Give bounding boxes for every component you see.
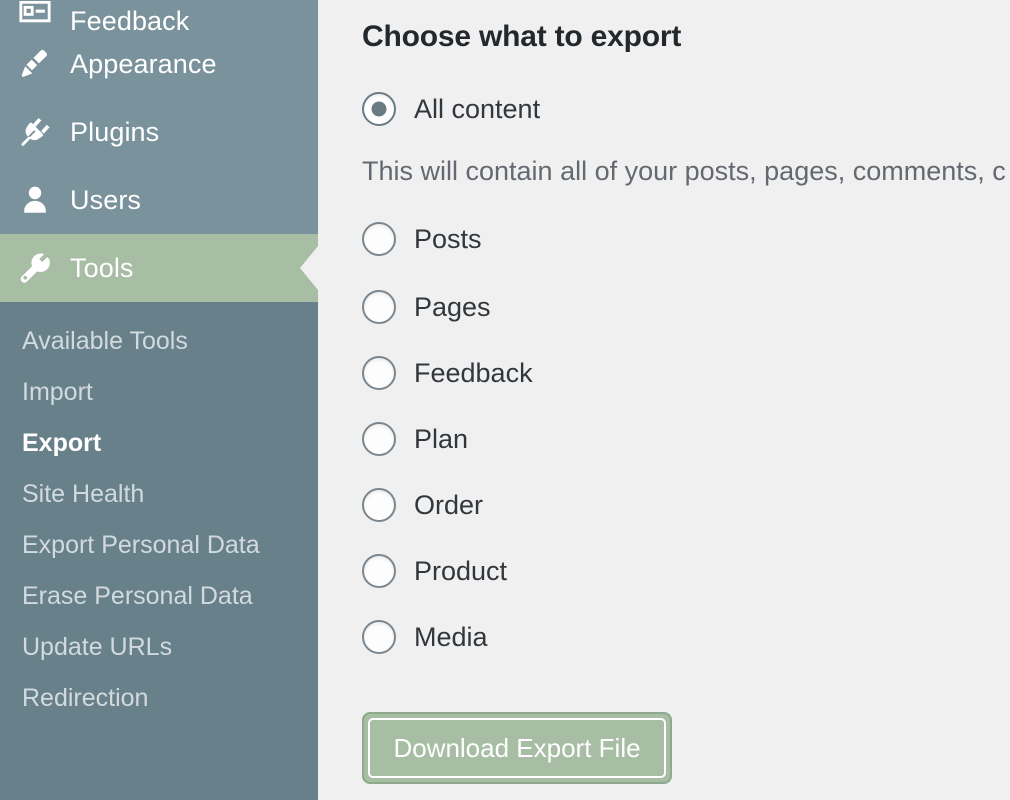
sidebar-item-users[interactable]: Users [0, 166, 318, 234]
radio-button-media[interactable] [362, 620, 396, 654]
radio-label: Posts [414, 223, 482, 254]
radio-option-all-content[interactable]: All content [362, 92, 540, 126]
radio-option-plan[interactable]: Plan [362, 422, 468, 456]
submenu-item-erase-personal-data[interactable]: Erase Personal Data [0, 571, 318, 622]
radio-option-feedback[interactable]: Feedback [362, 356, 533, 390]
button-focus-ring: Download Export File [368, 718, 666, 778]
radio-button-plan[interactable] [362, 422, 396, 456]
sidebar-item-label: Users [70, 184, 142, 215]
radio-option-media[interactable]: Media [362, 620, 488, 654]
page-title: Choose what to export [362, 20, 682, 53]
sidebar-item-label: Plugins [70, 116, 160, 147]
radio-button-posts[interactable] [362, 222, 396, 256]
sidebar-top-menu: Feedback Appearance Plugins Users Tools [0, 0, 318, 302]
sidebar-item-tools[interactable]: Tools [0, 234, 318, 302]
radio-label: Plan [414, 423, 469, 454]
sidebar-item-feedback[interactable]: Feedback [0, 0, 318, 35]
radio-button-pages[interactable] [362, 290, 396, 324]
submenu-item-available-tools[interactable]: Available Tools [0, 316, 318, 367]
sidebar-item-plugins[interactable]: Plugins [0, 98, 318, 166]
submenu-item-export-personal-data[interactable]: Export Personal Data [0, 520, 318, 571]
radio-button-product[interactable] [362, 554, 396, 588]
all-content-description: This will contain all of your posts, pag… [362, 156, 1006, 186]
user-icon [12, 177, 58, 223]
radio-option-pages[interactable]: Pages [362, 290, 491, 324]
paintbrush-icon [12, 41, 58, 87]
radio-label: All content [414, 93, 541, 124]
sidebar-item-label: Tools [70, 252, 134, 283]
radio-button-all-content[interactable] [362, 92, 396, 126]
submenu-item-site-health[interactable]: Site Health [0, 469, 318, 520]
radio-button-order[interactable] [362, 488, 396, 522]
wrench-icon [12, 245, 58, 291]
radio-option-order[interactable]: Order [362, 488, 483, 522]
feedback-icon [12, 0, 58, 30]
submenu-item-import[interactable]: Import [0, 367, 318, 418]
download-export-file-label: Download Export File [393, 733, 641, 763]
submenu-item-update-urls[interactable]: Update URLs [0, 622, 318, 673]
sidebar-item-appearance[interactable]: Appearance [0, 30, 318, 98]
plug-icon [12, 109, 58, 155]
sidebar-item-label: Appearance [70, 48, 217, 79]
submenu-item-redirection[interactable]: Redirection [0, 673, 318, 724]
export-content-panel: Choose what to export All content This w… [318, 0, 1010, 800]
radio-label: Feedback [414, 357, 533, 388]
download-export-file-button[interactable]: Download Export File [362, 712, 672, 784]
tools-submenu: Available Tools Import Export Site Healt… [0, 302, 318, 734]
radio-label: Order [414, 489, 484, 520]
radio-button-feedback[interactable] [362, 356, 396, 390]
radio-option-product[interactable]: Product [362, 554, 507, 588]
radio-label: Product [414, 555, 508, 586]
radio-label: Media [414, 621, 488, 652]
admin-sidebar: Feedback Appearance Plugins Users Tools … [0, 0, 318, 800]
radio-label: Pages [414, 291, 491, 322]
radio-option-posts[interactable]: Posts [362, 222, 482, 256]
submenu-item-export[interactable]: Export [0, 418, 318, 469]
